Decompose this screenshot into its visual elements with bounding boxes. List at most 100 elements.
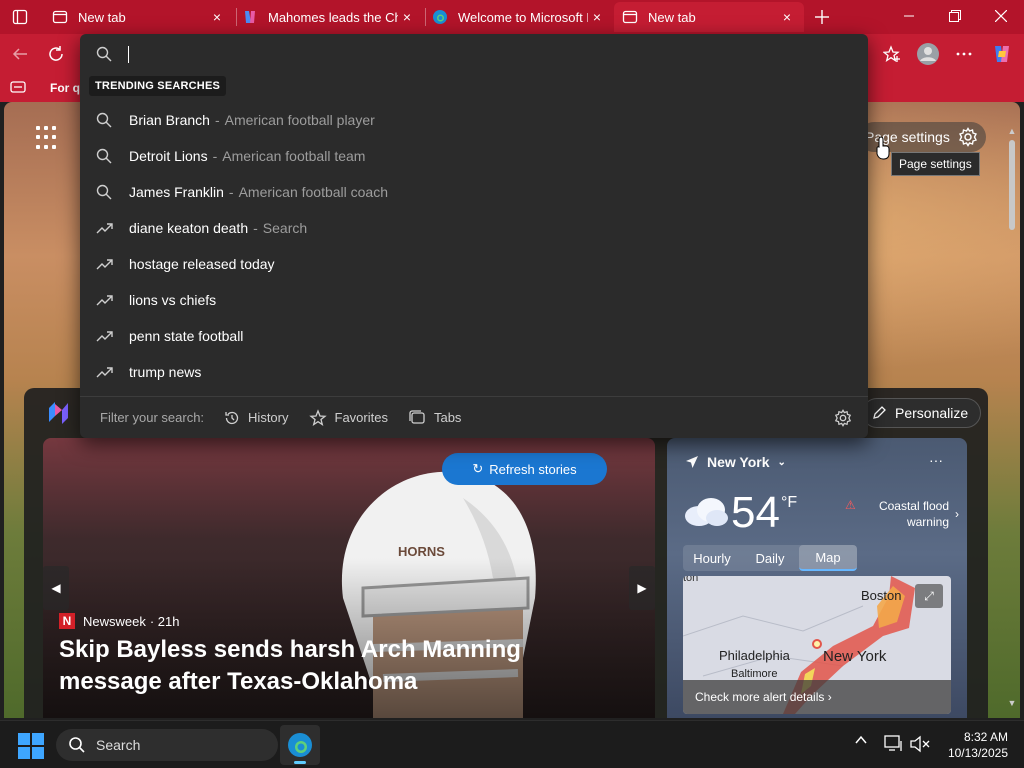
favorites-button[interactable]	[878, 40, 906, 68]
close-icon	[995, 10, 1007, 22]
refresh-stories-label: Refresh stories	[489, 461, 577, 477]
weather-unit: °F	[781, 494, 798, 511]
show-hidden-icons-chevron-icon[interactable]	[854, 733, 868, 750]
search-suggestion[interactable]: Detroit Lions - American football team	[80, 138, 868, 174]
taskbar-edge-button[interactable]	[280, 725, 320, 765]
search-suggestion[interactable]: lions vs chiefs	[80, 282, 868, 318]
refresh-stories-button[interactable]: ↻ Refresh stories	[442, 453, 607, 485]
tab-close-button[interactable]: ×	[588, 8, 606, 26]
filter-favorites-button[interactable]: Favorites	[308, 408, 388, 427]
refresh-icon	[49, 46, 63, 61]
hero-next-button[interactable]: ▶	[629, 566, 655, 610]
tab-mahomes[interactable]: Mahomes leads the Chie ×	[234, 2, 424, 32]
expand-map-button[interactable]: ⤢	[915, 584, 943, 608]
tab-close-button[interactable]: ×	[398, 8, 416, 26]
search-suggestion[interactable]: penn state football	[80, 318, 868, 354]
start-button[interactable]	[18, 733, 44, 759]
scroll-up-arrow-icon[interactable]: ▲	[1006, 126, 1018, 136]
map-city-baltimore: Baltimore	[731, 668, 778, 680]
clock-date: 10/13/2025	[947, 746, 1008, 760]
page-settings-tooltip: Page settings	[891, 152, 980, 176]
tab-actions-icon	[12, 9, 28, 25]
map-city-philadelphia: Philadelphia	[719, 648, 790, 663]
scroll-down-arrow-icon[interactable]: ▼	[1006, 698, 1018, 708]
copilot-button[interactable]	[988, 40, 1016, 68]
tab-close-button[interactable]: ×	[208, 8, 226, 26]
immersive-reader-icon[interactable]	[10, 81, 26, 95]
new-tab-icon	[52, 10, 68, 24]
weather-more-button[interactable]: ···	[929, 452, 943, 468]
suggestion-subtitle: American football coach	[238, 184, 389, 200]
story-age: · 21h	[149, 613, 180, 629]
taskbar-search[interactable]: Search	[56, 729, 278, 761]
tab-label: Welcome to Microsoft E	[458, 9, 588, 25]
search-icon	[69, 737, 85, 753]
story-source: N Newsweek · 21h	[59, 613, 180, 629]
search-icon	[96, 46, 112, 62]
chevron-right-icon: ›	[955, 507, 959, 521]
minimize-icon	[904, 15, 914, 17]
suggestion-subtitle: Search	[262, 220, 308, 236]
map-city-partial: ton	[683, 576, 699, 584]
suggestion-separator: -	[214, 112, 220, 128]
settings-more-button[interactable]	[950, 40, 978, 68]
new-tab-button[interactable]	[810, 5, 834, 29]
profile-button[interactable]	[914, 40, 942, 68]
back-button[interactable]	[6, 40, 34, 68]
system-clock[interactable]: 8:32 AM 10/13/2025	[938, 729, 1008, 761]
text-caret	[128, 46, 129, 63]
volume-muted-icon[interactable]	[910, 735, 930, 756]
minimize-button[interactable]	[886, 0, 932, 32]
weather-location-selector[interactable]: New York ⌄	[685, 454, 786, 470]
personalize-button[interactable]: Personalize	[862, 398, 982, 428]
check-alert-details-link[interactable]: Check more alert details ›	[683, 680, 951, 714]
weather-card: New York ⌄ ··· 54 °F ⚠ Coastal flood war…	[667, 438, 967, 718]
scrollbar-thumb[interactable]	[1009, 140, 1015, 230]
tab-welcome-edge[interactable]: Welcome to Microsoft E ×	[424, 2, 614, 32]
filter-tabs-button[interactable]: Tabs	[408, 409, 461, 426]
search-icon	[96, 112, 126, 128]
search-settings-gear-icon[interactable]	[834, 409, 852, 427]
close-window-button[interactable]	[978, 0, 1024, 32]
weather-tab-hourly[interactable]: Hourly	[683, 545, 741, 571]
refresh-icon: ↻	[472, 461, 484, 476]
suggestion-separator: -	[212, 148, 218, 164]
search-filter-bar: Filter your search: History Favorites Ta…	[80, 396, 868, 438]
weather-tab-daily[interactable]: Daily	[741, 545, 799, 571]
tab-new-tab-1[interactable]: New tab ×	[44, 2, 234, 32]
tab-close-button[interactable]: ×	[778, 8, 796, 26]
filter-history-label: History	[248, 410, 289, 425]
search-suggestion[interactable]: James Franklin - American football coach	[80, 174, 868, 210]
suggestion-separator: -	[253, 220, 258, 236]
suggestion-subtitle: American football team	[222, 148, 366, 164]
weather-alert[interactable]: ⚠ Coastal flood warning ›	[845, 498, 959, 530]
copilot-icon	[995, 46, 1009, 62]
restore-button[interactable]	[932, 0, 978, 32]
weather-map[interactable]: ton Boston Philadelphia Baltimore New Yo…	[683, 576, 951, 714]
favorites-bar-item[interactable]: For q	[50, 81, 80, 95]
hero-prev-button[interactable]: ◀	[43, 566, 69, 610]
app-launcher-button[interactable]	[36, 126, 60, 150]
filter-history-button[interactable]: History	[224, 410, 289, 426]
network-icon[interactable]	[884, 735, 904, 756]
search-suggestion[interactable]: diane keaton death - Search	[80, 210, 868, 246]
story-headline[interactable]: Skip Bayless sends harsh Arch Manning me…	[59, 634, 619, 698]
search-suggestion[interactable]: trump news	[80, 354, 868, 390]
search-icon	[96, 184, 126, 200]
refresh-button[interactable]	[42, 40, 70, 68]
address-bar[interactable]	[80, 34, 868, 74]
search-suggestion[interactable]: hostage released today	[80, 246, 868, 282]
tab-new-tab-active[interactable]: New tab ×	[614, 2, 804, 32]
tab-actions-button[interactable]	[8, 6, 32, 28]
weather-tab-map[interactable]: Map	[799, 545, 857, 571]
page-scrollbar[interactable]: ▲ ▼	[1006, 126, 1018, 716]
tab-label: New tab	[648, 9, 696, 25]
title-bar: New tab × Mahomes leads the Chie × Welco…	[0, 0, 1024, 34]
trending-icon	[96, 221, 126, 235]
hero-story-card[interactable]: HORNS ↻ Refresh stories ◀ ▶ N Newsweek ·…	[43, 438, 655, 718]
personalize-label: Personalize	[895, 405, 969, 421]
search-suggestion[interactable]: Brian Branch - American football player	[80, 102, 868, 138]
history-icon	[225, 411, 239, 424]
weather-location: New York	[707, 454, 770, 470]
weather-tabs: Hourly Daily Map	[683, 545, 857, 571]
